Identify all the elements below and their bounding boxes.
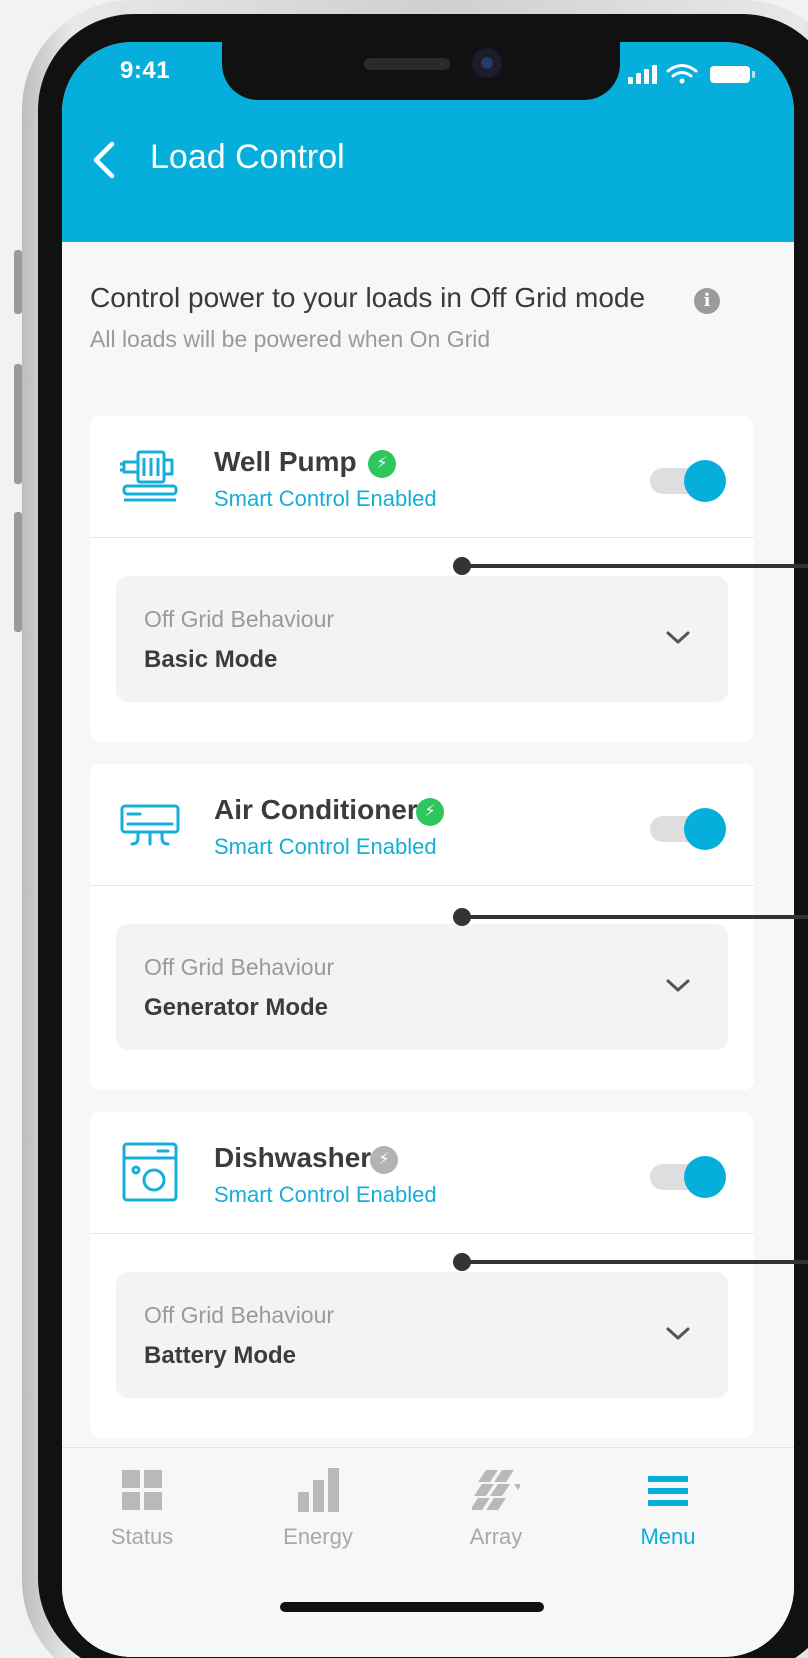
mute-switch xyxy=(14,250,22,314)
dropdown-value: Battery Mode xyxy=(144,1342,297,1369)
load-card-header: Well Pump ⚡ Smart Control Enabled xyxy=(90,416,754,538)
chevron-down-icon xyxy=(666,1327,690,1340)
chevron-down-icon xyxy=(666,631,690,644)
air-conditioner-icon xyxy=(120,804,180,846)
callout-line xyxy=(462,564,808,568)
load-name: Dishwasher xyxy=(214,1142,372,1173)
volume-up-button xyxy=(14,364,22,484)
smart-control-bolt-icon: ⚡ xyxy=(416,798,444,826)
off-grid-behaviour-dropdown[interactable]: Off Grid Behaviour Basic Mode xyxy=(116,576,728,702)
menu-icon xyxy=(648,1476,688,1506)
load-card-air-conditioner: Air Conditioner ⚡ Smart Control Enabled … xyxy=(90,764,754,1090)
home-indicator xyxy=(280,1602,544,1612)
load-card-dishwasher: Dishwasher ⚡ Smart Control Enabled Off G… xyxy=(90,1112,754,1438)
dropdown-label: Off Grid Behaviour xyxy=(144,606,335,632)
dropdown-value: Basic Mode xyxy=(144,646,278,673)
signal-icon xyxy=(628,65,657,84)
load-toggle[interactable] xyxy=(650,808,726,850)
load-name: Well Pump xyxy=(214,446,357,477)
well-pump-icon xyxy=(120,450,178,502)
bottom-nav: Status Energy Array Menu xyxy=(62,1447,794,1657)
nav-item-energy[interactable]: Energy xyxy=(248,1468,388,1549)
back-button[interactable] xyxy=(86,138,126,182)
chevron-down-icon xyxy=(666,979,690,992)
info-icon[interactable]: i xyxy=(694,288,720,314)
nav-label: Status xyxy=(110,1524,174,1549)
smart-control-label: Smart Control Enabled xyxy=(214,1182,437,1207)
status-grid-icon xyxy=(122,1470,162,1510)
intro-title: Control power to your loads in Off Grid … xyxy=(90,282,646,313)
smart-control-bolt-icon: ⚡ xyxy=(370,1146,398,1174)
load-name: Air Conditioner xyxy=(214,794,418,825)
dropdown-label: Off Grid Behaviour xyxy=(144,1302,335,1328)
nav-item-menu[interactable]: Menu xyxy=(598,1468,738,1549)
smart-control-label: Smart Control Enabled xyxy=(214,834,437,859)
load-card-header: Dishwasher ⚡ Smart Control Enabled xyxy=(90,1112,754,1234)
volume-down-button xyxy=(14,512,22,632)
toggle-knob xyxy=(684,808,726,850)
load-toggle[interactable] xyxy=(650,1156,726,1198)
load-toggle[interactable] xyxy=(650,460,726,502)
chevron-left-icon xyxy=(93,141,115,179)
page-title: Load Control xyxy=(150,138,345,176)
speaker xyxy=(364,58,450,70)
off-grid-behaviour-dropdown[interactable]: Off Grid Behaviour Generator Mode xyxy=(116,924,728,1050)
off-grid-behaviour-dropdown[interactable]: Off Grid Behaviour Battery Mode xyxy=(116,1272,728,1398)
callout-line xyxy=(462,1260,808,1264)
toggle-knob xyxy=(684,460,726,502)
nav-item-array[interactable]: Array xyxy=(426,1468,566,1549)
array-panels-icon xyxy=(472,1470,520,1510)
dishwasher-icon xyxy=(122,1142,178,1202)
app-screen: 9:41 Load Control Control power to your … xyxy=(62,42,794,1657)
nav-item-status[interactable]: Status xyxy=(72,1468,212,1549)
smart-control-bolt-icon: ⚡ xyxy=(368,450,396,478)
nav-label: Array xyxy=(469,1524,523,1549)
load-card-well-pump: Well Pump ⚡ Smart Control Enabled Off Gr… xyxy=(90,416,754,742)
wifi-icon xyxy=(666,64,698,84)
smart-control-label: Smart Control Enabled xyxy=(214,486,437,511)
intro-subtitle: All loads will be powered when On Grid xyxy=(90,326,491,352)
nav-label: Menu xyxy=(640,1524,696,1549)
status-icons xyxy=(628,64,755,84)
app-header: 9:41 Load Control xyxy=(62,42,794,242)
battery-icon xyxy=(710,66,755,83)
dropdown-label: Off Grid Behaviour xyxy=(144,954,335,980)
load-card-header: Air Conditioner ⚡ Smart Control Enabled xyxy=(90,764,754,886)
notch xyxy=(222,42,620,100)
energy-bars-icon xyxy=(298,1468,339,1512)
toggle-knob xyxy=(684,1156,726,1198)
camera xyxy=(472,48,502,78)
device-mockup: 9:41 Load Control Control power to your … xyxy=(0,0,808,1658)
status-time: 9:41 xyxy=(120,57,171,84)
nav-label: Energy xyxy=(283,1524,353,1549)
dropdown-value: Generator Mode xyxy=(144,994,329,1021)
callout-line xyxy=(462,915,808,919)
